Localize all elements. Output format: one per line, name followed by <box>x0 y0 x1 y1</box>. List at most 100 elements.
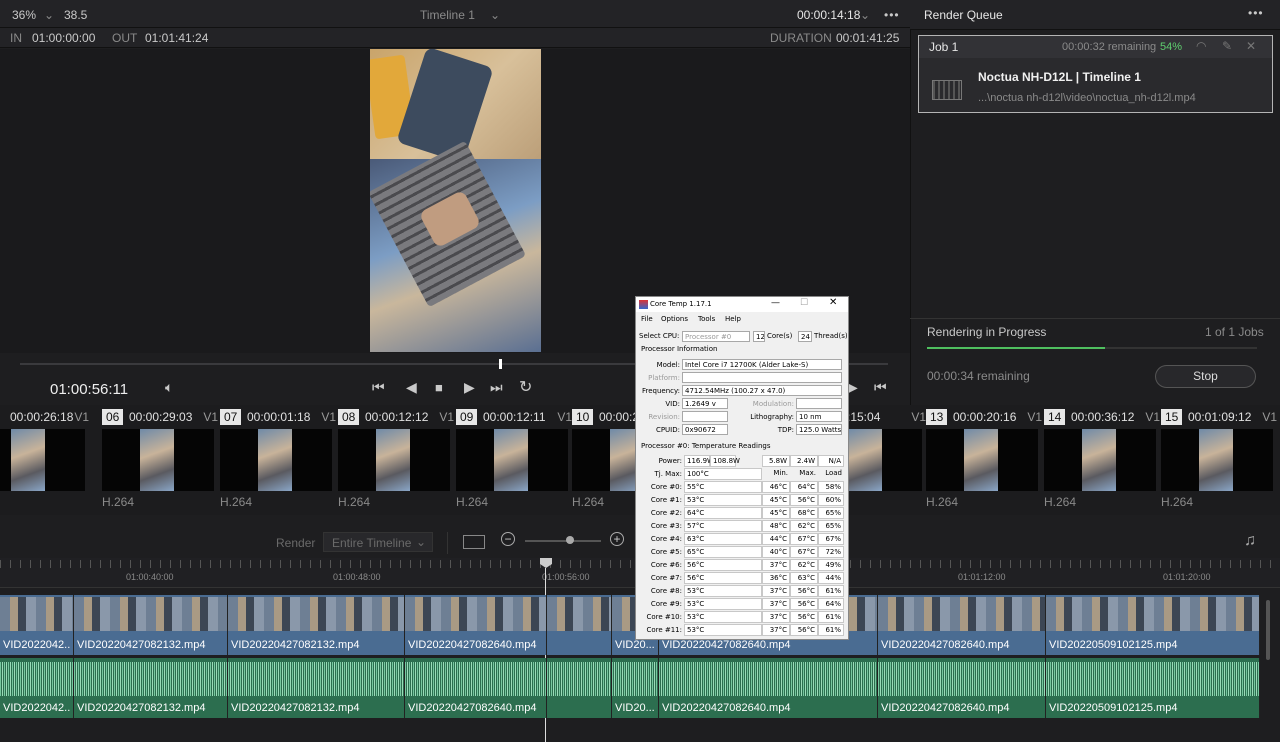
clip-name: VID20220427082132.mp4 <box>231 639 360 651</box>
video-clip[interactable]: VID20220427082640.mp4 <box>405 595 547 655</box>
audio-clip[interactable]: VID20220427082132.mp4 <box>74 658 228 718</box>
stop-icon[interactable]: ■ <box>435 380 443 395</box>
clip-thumbnail[interactable]: 08 00:00:12:12 V1 H.264 <box>338 405 454 515</box>
power-value: N/A <box>818 455 844 467</box>
video-track: VID2022042... VID20220427082132.mp4 VID202… <box>0 595 1265 655</box>
core-temp: 53°C <box>684 598 762 610</box>
render-range-select[interactable]: Entire Timeline ⌄ <box>323 532 433 552</box>
audio-clip[interactable]: VID20220427082640.mp4 <box>878 658 1046 718</box>
video-clip[interactable]: VID20220427082132.mp4 <box>74 595 228 655</box>
core-name: Core #6: <box>650 561 682 569</box>
stop-button[interactable]: Stop <box>1155 365 1256 388</box>
menu-tools[interactable]: Tools <box>698 315 715 323</box>
lithography-label: Lithography: <box>750 413 794 421</box>
clip-thumbnail[interactable]: 15 00:01:09:12 V1 H.264 <box>1161 405 1277 515</box>
clip-header: 14 00:00:36:12 V1 <box>1044 409 1160 425</box>
skip-start-icon[interactable]: ⏮︎ <box>372 379 385 396</box>
cpu-select[interactable]: Processor #0 <box>682 331 750 342</box>
video-clip[interactable]: VID20220427082640.mp4 <box>878 595 1046 655</box>
core-temp: 53°C <box>684 624 762 636</box>
vid-label: VID: <box>665 400 680 408</box>
coretemp-title: Core Temp 1.17.1 <box>650 300 712 308</box>
music-icon[interactable]: ♫ <box>1244 532 1256 550</box>
close-icon[interactable]: ✕ <box>829 297 837 308</box>
clip-thumbnail[interactable]: 07 00:00:01:18 V1 H.264 <box>220 405 336 515</box>
chevron-down-icon[interactable]: ⌄ <box>860 8 870 22</box>
menu-help[interactable]: Help <box>725 315 741 323</box>
audio-clip[interactable]: VID20220427082640.mp4 <box>659 658 878 718</box>
clip-thumbnail[interactable]: 13 00:00:20:16 V1 H.264 <box>926 405 1042 515</box>
audio-clip[interactable]: VID20220509102125.mp4 <box>1046 658 1260 718</box>
duration-label: DURATION <box>770 31 832 45</box>
core-row: Core #5: 65°C 40°C 67°C 72% <box>640 546 846 559</box>
audio-clip[interactable]: VID20220427082132.mp4 <box>228 658 405 718</box>
clip-name: VID20... <box>615 639 655 651</box>
clip-thumbnail[interactable]: 00:00:26:18 V1 264 <box>0 405 89 515</box>
core-load: 65% <box>818 507 844 519</box>
cores-value: 12 <box>753 331 765 342</box>
clip-thumbnail[interactable]: 14 00:00:36:12 V1 H.264 <box>1044 405 1160 515</box>
video-clip[interactable] <box>547 595 612 655</box>
audio-clip[interactable] <box>547 658 612 718</box>
edit-icon[interactable]: ✎ <box>1222 39 1232 53</box>
clip-name: VID20220427082640.mp4 <box>881 702 1010 714</box>
clip-name: VID2022042... <box>3 639 71 651</box>
audio-clip[interactable]: VID2022042... <box>0 658 74 718</box>
clip-track: V1 <box>1262 410 1277 424</box>
play-reverse-icon[interactable]: ◀ <box>406 379 417 396</box>
close-icon[interactable]: ✕ <box>1246 39 1256 53</box>
zoom-out-icon[interactable]: − <box>501 532 515 546</box>
video-clip[interactable]: VID20220427082132.mp4 <box>228 595 405 655</box>
timeline-name[interactable]: Timeline 1 <box>420 8 475 22</box>
core-temp: 53°C <box>684 585 762 597</box>
core-row: Core #7: 56°C 36°C 63°C 44% <box>640 572 846 585</box>
core-temp: 53°C <box>684 611 762 623</box>
core-min: 37°C <box>762 585 790 597</box>
menu-file[interactable]: File <box>641 315 653 323</box>
audio-clip[interactable]: VID20220427082640.mp4 <box>405 658 547 718</box>
layout-icon[interactable] <box>463 535 485 549</box>
clip-name: VID2022042... <box>3 702 71 714</box>
zoom-in-icon[interactable]: + <box>610 532 624 546</box>
zoom-slider-handle[interactable] <box>566 536 574 544</box>
coretemp-app-icon <box>639 300 648 309</box>
loop-icon[interactable]: ↻ <box>519 377 532 397</box>
power-row: Power: 116.9W 108.8W 5.8W 2.4W N/A <box>640 455 846 468</box>
coretemp-window[interactable]: Core Temp 1.17.1 — ☐ ✕ File Options Tool… <box>635 296 849 640</box>
zoom-dropdown[interactable]: 36% <box>12 8 36 22</box>
video-clip[interactable]: VID20220509102125.mp4 <box>1046 595 1260 655</box>
clip-thumbnail[interactable]: 09 00:00:12:11 V1 H.264 <box>456 405 572 515</box>
last-frame-icon[interactable]: ⏮︎ <box>874 379 887 396</box>
play-icon[interactable]: ▶ <box>464 379 475 396</box>
menu-options[interactable]: Options <box>661 315 688 323</box>
core-min: 45°C <box>762 494 790 506</box>
volume-icon[interactable]: 🔈︎ <box>165 379 173 396</box>
wifi-icon[interactable]: ◠ <box>1196 39 1206 53</box>
temp-readings-label: Processor #0: Temperature Readings <box>641 442 771 450</box>
chevron-down-icon[interactable]: ⌄ <box>44 8 54 22</box>
film-icon <box>932 80 962 100</box>
chevron-down-icon[interactable]: ⌄ <box>490 8 500 22</box>
scrubber-handle[interactable] <box>499 359 502 369</box>
maximize-icon[interactable]: ☐ <box>800 298 808 308</box>
select-cpu-label: Select CPU: <box>639 332 680 340</box>
zoom-slider[interactable] <box>525 540 601 542</box>
minimize-icon[interactable]: — <box>771 298 780 308</box>
audio-clip[interactable]: VID20... <box>612 658 659 718</box>
clip-name: VID20... <box>615 702 655 714</box>
clip-codec: H.264 <box>102 495 135 509</box>
core-temp: 57°C <box>684 520 762 532</box>
clip-thumbnail[interactable]: 06 00:00:29:03 V1 H.264 <box>102 405 218 515</box>
core-max: 56°C <box>790 494 818 506</box>
scrollbar[interactable] <box>1266 600 1270 660</box>
power-value: 5.8W <box>762 455 790 467</box>
skip-end-icon[interactable]: ⏭︎ <box>490 379 503 396</box>
more-icon[interactable]: ••• <box>1248 6 1264 20</box>
clip-number: 14 <box>1044 409 1066 425</box>
core-name: Core #9: <box>650 600 682 608</box>
more-icon[interactable]: ••• <box>884 8 900 22</box>
core-max: 62°C <box>790 559 818 571</box>
core-row: Core #4: 63°C 44°C 67°C 67% <box>640 533 846 546</box>
clip-timecode: 00:00:20:16 <box>953 410 1017 424</box>
video-clip[interactable]: VID2022042... <box>0 595 74 655</box>
